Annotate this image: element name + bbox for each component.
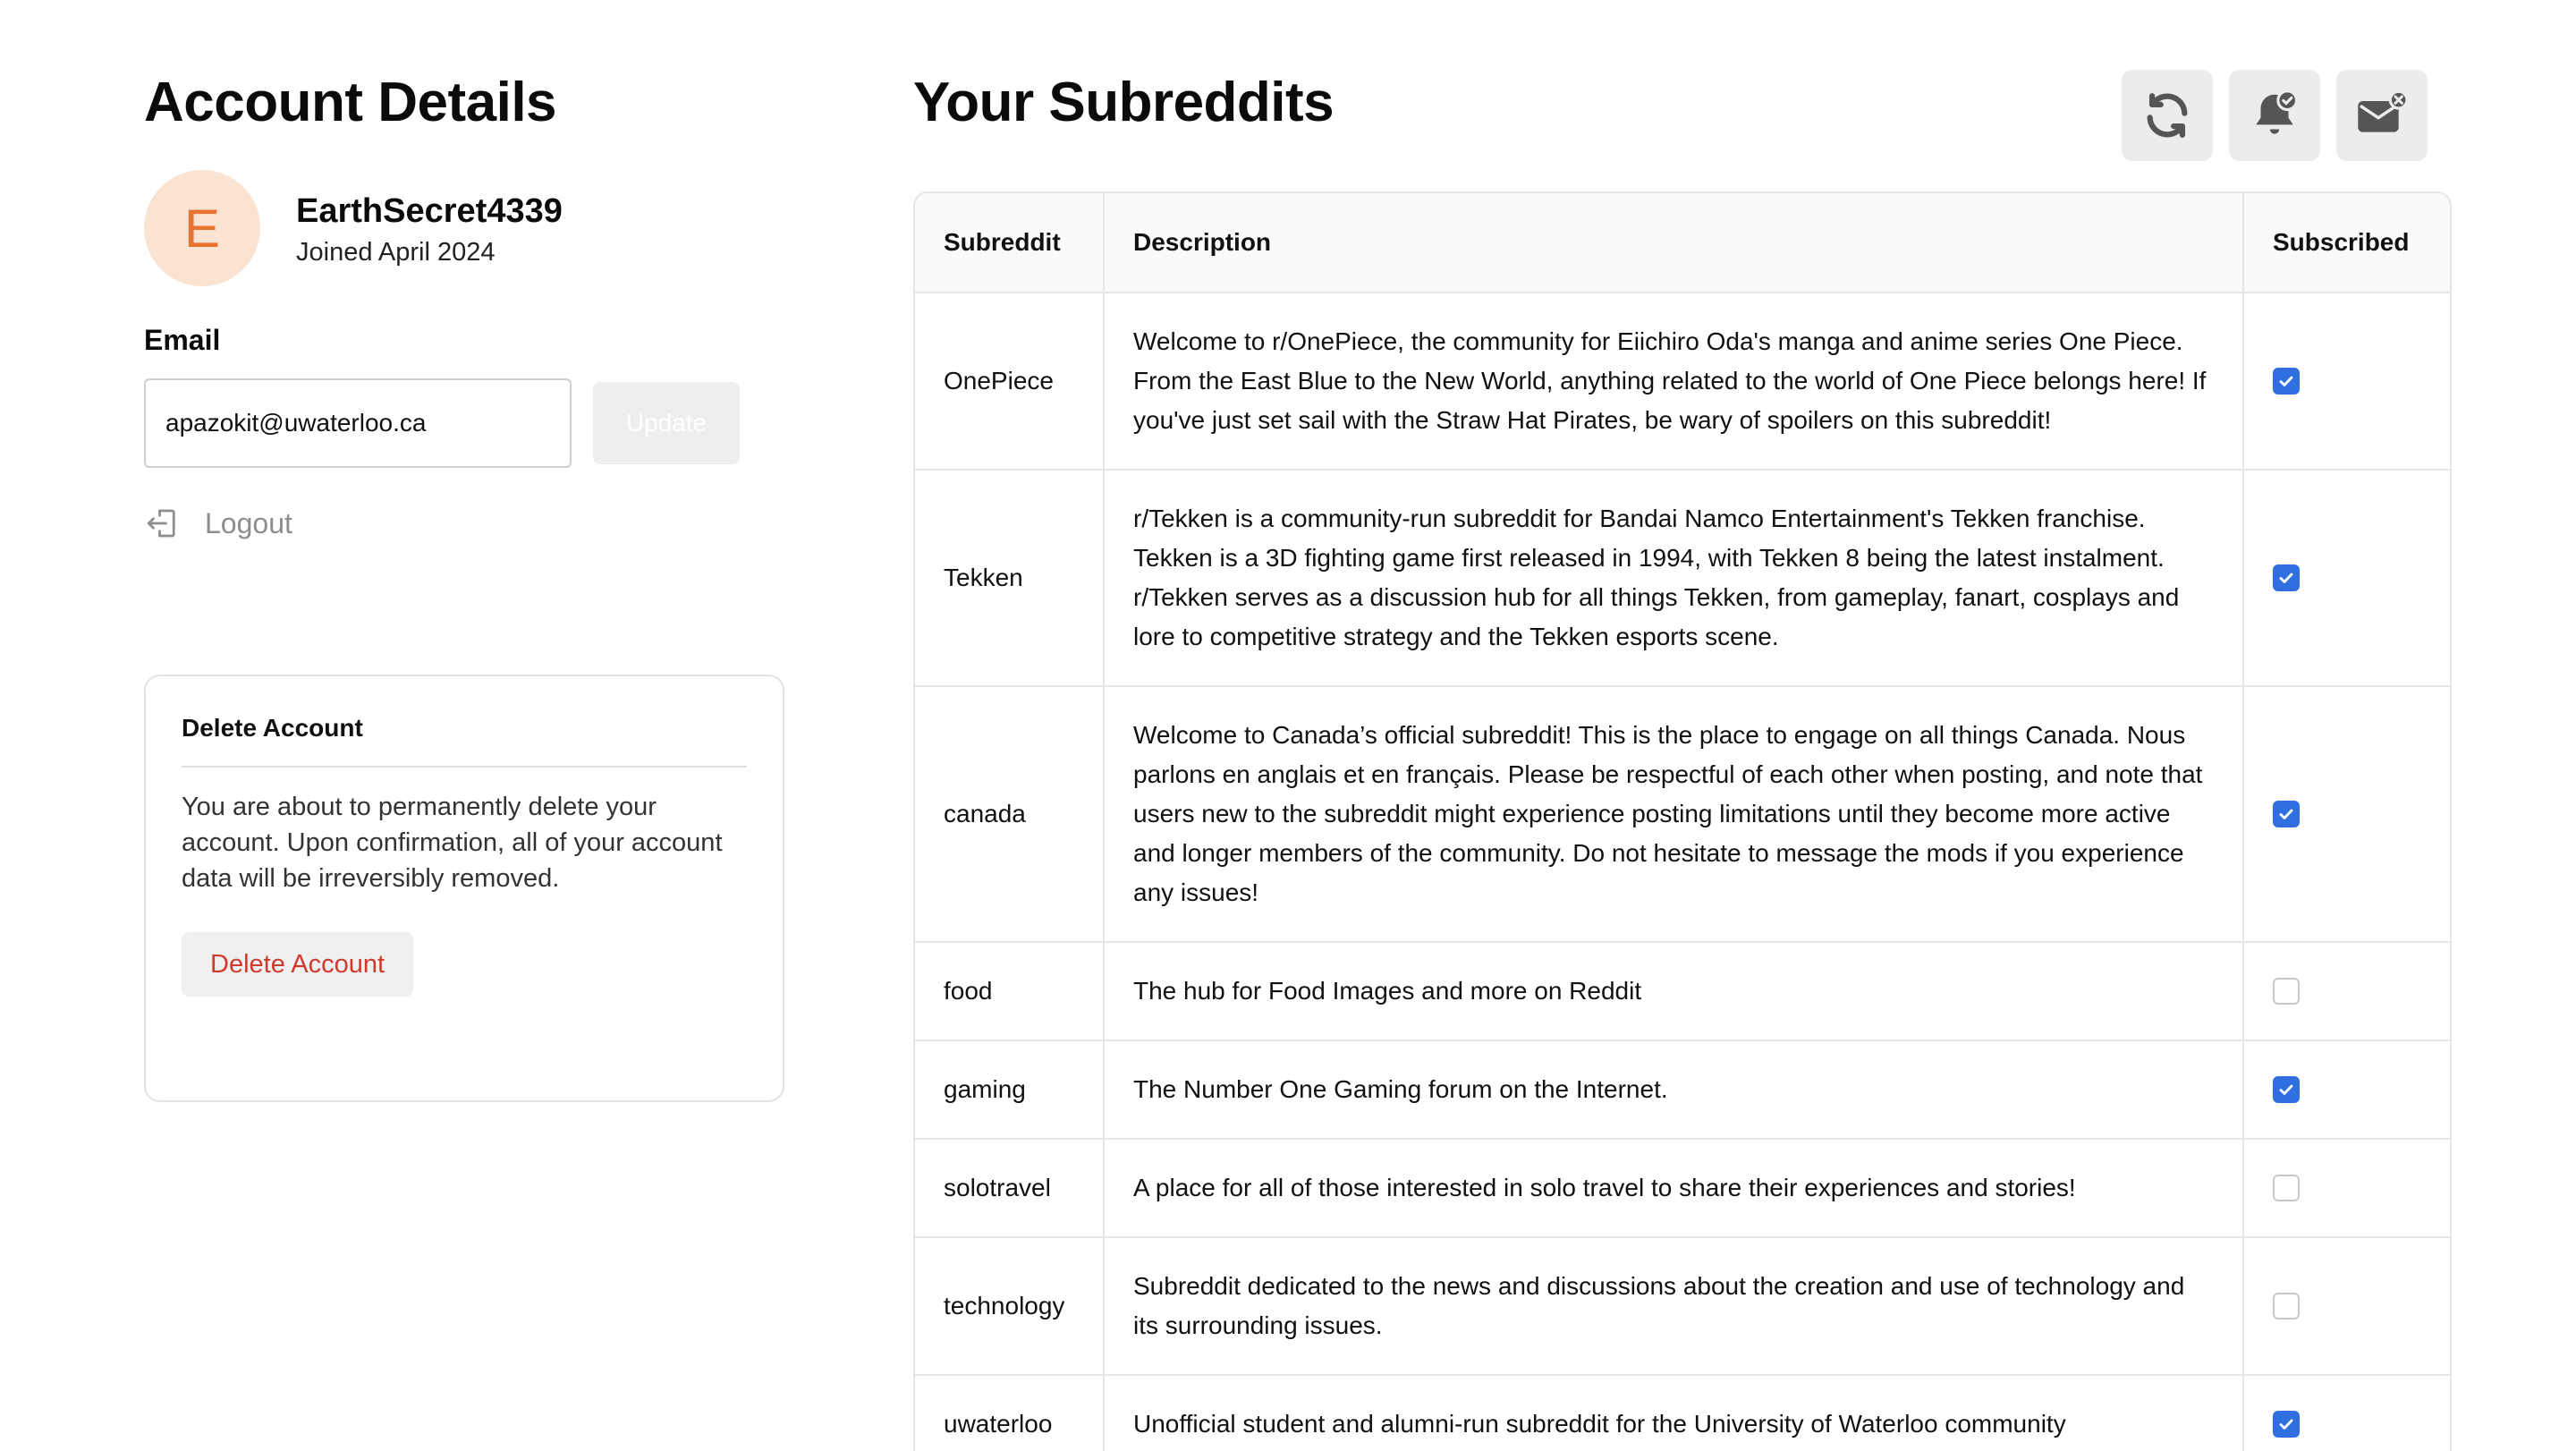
delete-account-card: Delete Account You are about to permanen… xyxy=(144,675,784,1102)
table-row: uwaterloo Unofficial student and alumni-r… xyxy=(915,1375,2450,1451)
update-button[interactable]: Update xyxy=(593,382,740,464)
subscribed-checkbox[interactable] xyxy=(2273,564,2300,591)
subreddits-header: Your Subreddits xyxy=(913,63,1335,143)
subreddit-name[interactable]: food xyxy=(915,942,1104,1041)
table-row: OnePiece Welcome to r/OnePiece, the commu… xyxy=(915,293,2450,471)
account-details-title: Account Details xyxy=(144,72,557,133)
table-row: Tekken r/Tekken is a community-run subred… xyxy=(915,470,2450,687)
table-row: food The hub for Food Images and more on … xyxy=(915,942,2450,1041)
column-header-description: Description xyxy=(1103,193,2243,293)
delete-account-warning: You are about to permanently delete your… xyxy=(182,793,723,893)
refresh-button[interactable] xyxy=(2122,70,2213,161)
subscribed-checkbox[interactable] xyxy=(2273,368,2300,395)
delete-account-button[interactable]: Delete Account xyxy=(182,932,414,997)
subscribed-checkbox[interactable] xyxy=(2273,1076,2300,1103)
bell-check-icon xyxy=(2256,89,2299,134)
subreddit-name[interactable]: solotravel xyxy=(915,1139,1104,1238)
joined-date: Joined April 2024 xyxy=(296,237,496,267)
subreddit-name[interactable]: canada xyxy=(915,686,1104,943)
logout-icon xyxy=(147,509,175,538)
subscribed-checkbox[interactable] xyxy=(2273,1175,2300,1201)
account-details-panel: Account Details E EarthSecret4339 Joined… xyxy=(144,63,788,1102)
logout-label: Logout xyxy=(205,506,292,539)
subscribed-cell xyxy=(2242,1139,2450,1238)
table-row: solotravel A place for all of those inter… xyxy=(915,1139,2450,1238)
subscribed-cell xyxy=(2242,293,2450,471)
messages-button[interactable] xyxy=(2336,70,2428,161)
checkmark-icon xyxy=(2279,809,2293,819)
subreddit-name[interactable]: OnePiece xyxy=(915,293,1104,471)
column-header-subreddit: Subreddit xyxy=(915,193,1104,293)
subreddit-name[interactable]: technology xyxy=(915,1237,1104,1376)
subreddit-name[interactable]: uwaterloo xyxy=(915,1375,1104,1451)
subscribed-checkbox[interactable] xyxy=(2273,978,2300,1005)
subscribed-checkbox[interactable] xyxy=(2273,801,2300,827)
subscribed-cell xyxy=(2242,686,2450,943)
profile-summary: E EarthSecret4339 Joined April 2024 xyxy=(144,170,788,286)
table-row: technology Subreddit dedicated to the new… xyxy=(915,1237,2450,1376)
notifications-button[interactable] xyxy=(2229,70,2320,161)
account-page: Account Details E EarthSecret4339 Joined… xyxy=(0,0,2576,1451)
subscribed-cell xyxy=(2242,942,2450,1041)
subreddit-description: The Number One Gaming forum on the Inter… xyxy=(1103,1040,2243,1140)
avatar: E xyxy=(144,170,260,286)
checkmark-icon xyxy=(2279,573,2293,583)
subscribed-cell xyxy=(2242,1040,2450,1140)
subscribed-cell xyxy=(2242,1237,2450,1376)
subreddit-description: Unofficial student and alumni-run subred… xyxy=(1103,1375,2243,1451)
table-row: gaming The Number One Gaming forum on the… xyxy=(915,1040,2450,1140)
table-header-row: Subreddit Description Subscribed xyxy=(915,193,2450,293)
email-label: Email xyxy=(144,324,221,356)
delete-account-title: Delete Account xyxy=(182,714,747,768)
subreddit-description: A place for all of those interested in s… xyxy=(1103,1139,2243,1238)
table-row: canada Welcome to Canada’s official subre… xyxy=(915,686,2450,943)
subscribed-cell xyxy=(2242,1375,2450,1451)
mail-x-icon xyxy=(2358,89,2409,132)
subreddit-description: Welcome to r/OnePiece, the community for… xyxy=(1103,293,2243,471)
subscribed-checkbox[interactable] xyxy=(2273,1411,2300,1438)
subreddits-table: Subreddit Description Subscribed OnePiec… xyxy=(913,191,2452,1451)
checkmark-icon xyxy=(2279,1084,2293,1095)
toolbar xyxy=(2122,70,2444,161)
subscribed-cell xyxy=(2242,470,2450,687)
subreddit-description: Subreddit dedicated to the news and disc… xyxy=(1103,1237,2243,1376)
subreddit-name[interactable]: gaming xyxy=(915,1040,1104,1140)
column-header-subscribed: Subscribed xyxy=(2242,193,2450,293)
subreddit-description: The hub for Food Images and more on Redd… xyxy=(1103,942,2243,1041)
subreddits-title: Your Subreddits xyxy=(913,72,1335,133)
subreddit-description: Welcome to Canada’s official subreddit! … xyxy=(1103,686,2243,943)
subreddit-name[interactable]: Tekken xyxy=(915,470,1104,687)
logout-button[interactable]: Logout xyxy=(144,504,788,543)
email-field[interactable] xyxy=(144,378,572,468)
subreddit-description: r/Tekken is a community-run subreddit fo… xyxy=(1103,470,2243,687)
subscribed-checkbox[interactable] xyxy=(2273,1293,2300,1319)
checkmark-icon xyxy=(2279,376,2293,386)
refresh-icon xyxy=(2147,93,2188,138)
checkmark-icon xyxy=(2279,1419,2293,1430)
username: EarthSecret4339 xyxy=(296,191,563,230)
